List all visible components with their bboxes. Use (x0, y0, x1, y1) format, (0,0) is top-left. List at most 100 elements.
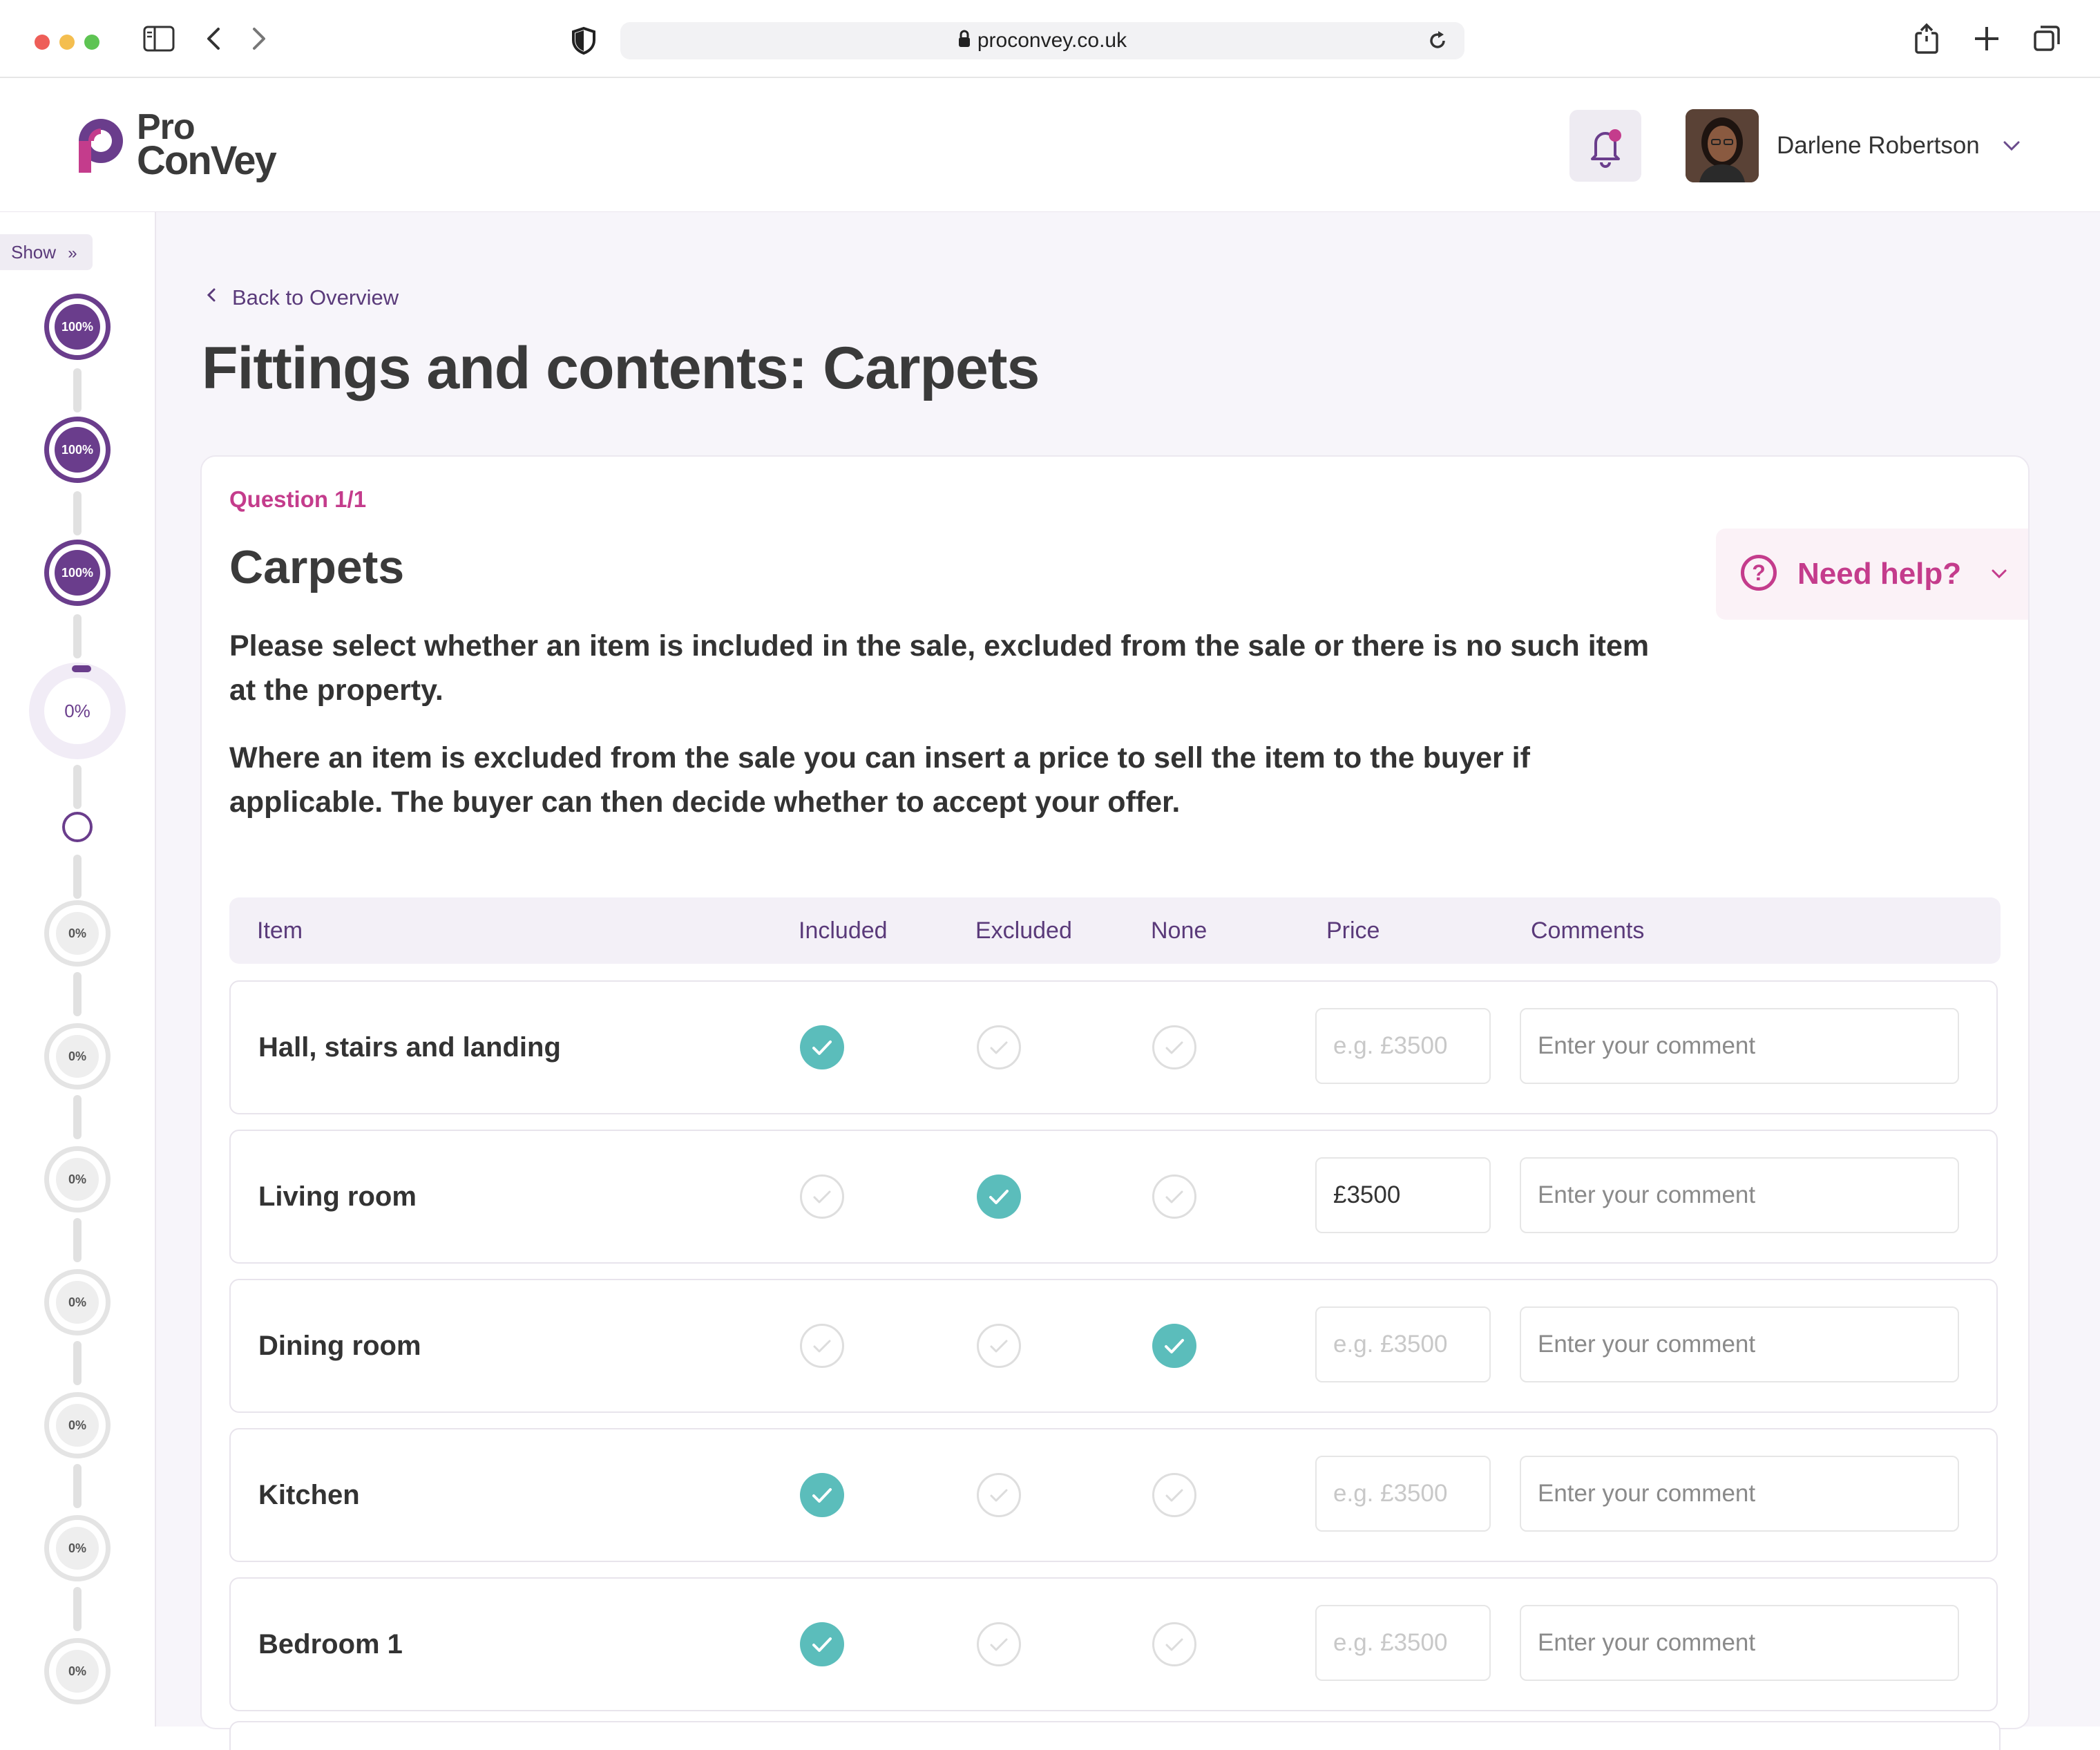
table-row: Living room (229, 1130, 1998, 1264)
none-check-icon[interactable] (1152, 1622, 1196, 1666)
comment-input[interactable] (1520, 1456, 1959, 1532)
price-input[interactable] (1315, 1008, 1491, 1084)
progress-connector (73, 1341, 82, 1385)
question-title: Carpets (229, 541, 405, 593)
chevron-down-icon (1989, 556, 2009, 604)
comment-input[interactable] (1520, 1008, 1959, 1084)
none-check-icon[interactable] (1152, 1025, 1196, 1069)
url-label: proconvey.co.uk (977, 29, 1127, 52)
header-included: Included (799, 917, 888, 944)
excluded-check-icon[interactable] (977, 1025, 1021, 1069)
included-check-icon[interactable] (800, 1622, 844, 1666)
question-mark-icon: ? (1741, 555, 1777, 591)
progress-connector (73, 614, 82, 658)
minimize-window-button[interactable] (59, 35, 75, 50)
included-check-icon[interactable] (800, 1324, 844, 1368)
user-name[interactable]: Darlene Robertson (1777, 131, 1980, 161)
tab-overview-icon[interactable] (2032, 23, 2061, 58)
price-input[interactable] (1315, 1605, 1491, 1681)
share-icon[interactable] (1913, 22, 1940, 61)
table-header: Item Included Excluded None Price Commen… (229, 897, 2001, 964)
progress-step[interactable]: 0% (44, 1269, 111, 1335)
table-row: Hall, stairs and landing (229, 980, 1998, 1114)
step-percent: 0% (44, 678, 111, 744)
show-sidebar-button[interactable]: Show » (0, 234, 93, 270)
header-comments: Comments (1531, 917, 1645, 944)
back-to-overview-link[interactable]: Back to Overview (204, 284, 399, 312)
question-description: Where an item is excluded from the sale … (229, 741, 1530, 819)
progress-substep[interactable] (62, 812, 93, 842)
progress-step[interactable]: 0% (44, 1146, 111, 1212)
back-label: Back to Overview (232, 285, 399, 310)
step-percent: 0% (56, 1527, 99, 1570)
progress-connector (73, 1464, 82, 1508)
sidebar-toggle-icon[interactable] (142, 25, 175, 58)
excluded-check-icon[interactable] (977, 1324, 1021, 1368)
item-label: Living room (258, 1181, 417, 1212)
header-none: None (1151, 917, 1208, 944)
excluded-check-icon[interactable] (977, 1622, 1021, 1666)
progress-connector (73, 765, 82, 809)
proconvey-logo[interactable]: Pro ConVey (70, 109, 278, 185)
back-nav-icon[interactable] (203, 23, 224, 59)
progress-step[interactable]: 0% (44, 1392, 111, 1458)
price-input[interactable] (1315, 1456, 1491, 1532)
reload-icon[interactable] (1427, 30, 1448, 55)
price-input[interactable] (1315, 1306, 1491, 1382)
progress-step[interactable]: 100% (44, 540, 111, 606)
question-number: Question 1/1 (229, 486, 367, 512)
chevron-down-icon[interactable] (2002, 131, 2021, 169)
price-input[interactable] (1315, 1157, 1491, 1233)
none-check-icon[interactable] (1152, 1473, 1196, 1517)
included-check-icon[interactable] (800, 1473, 844, 1517)
app-header: Pro ConVey Darlene Robertson (0, 78, 2100, 213)
logo-mark-icon (79, 119, 123, 173)
step-percent: 0% (56, 1650, 99, 1693)
address-bar[interactable]: proconvey.co.uk (620, 22, 1464, 59)
progress-step[interactable]: 0% (44, 1515, 111, 1581)
progress-step[interactable]: 0% (44, 1638, 111, 1704)
step-percent: 100% (55, 550, 100, 596)
none-check-icon[interactable] (1152, 1324, 1196, 1368)
need-help-label: Need help? (1797, 557, 1962, 591)
included-check-icon[interactable] (800, 1025, 844, 1069)
main-content: Back to Overview Fittings and contents: … (156, 212, 2100, 1750)
step-percent: 0% (56, 1158, 99, 1201)
maximize-window-button[interactable] (84, 35, 99, 50)
user-avatar[interactable] (1686, 109, 1759, 182)
progress-step[interactable]: 0% (44, 1023, 111, 1090)
logo-word-convey: ConVey (137, 138, 277, 183)
need-help-button[interactable]: ? Need help? (1716, 529, 2028, 620)
page-title: Fittings and contents: Carpets (202, 335, 1040, 401)
browser-toolbar: proconvey.co.uk (0, 0, 2100, 78)
header-excluded: Excluded (975, 917, 1072, 944)
table-row: Dining room (229, 1279, 1998, 1413)
step-percent: 0% (56, 912, 99, 955)
shield-privacy-icon[interactable] (571, 26, 597, 61)
comment-input[interactable] (1520, 1605, 1959, 1681)
step-percent: 100% (55, 304, 100, 350)
double-chevron-right-icon: » (68, 244, 77, 263)
close-window-button[interactable] (35, 35, 50, 50)
comment-input[interactable] (1520, 1157, 1959, 1233)
table-row: Kitchen (229, 1428, 1998, 1562)
header-item: Item (257, 917, 303, 944)
step-percent: 100% (55, 427, 100, 473)
header-price: Price (1326, 917, 1380, 944)
none-check-icon[interactable] (1152, 1174, 1196, 1219)
step-percent: 0% (56, 1404, 99, 1447)
excluded-check-icon[interactable] (977, 1473, 1021, 1517)
progress-step[interactable]: 0% (44, 900, 111, 967)
step-percent: 0% (56, 1035, 99, 1078)
forward-nav-icon[interactable] (249, 23, 269, 59)
progress-step[interactable]: 100% (44, 294, 111, 360)
progress-step-current[interactable]: 0% (29, 663, 126, 759)
included-check-icon[interactable] (800, 1174, 844, 1219)
new-tab-icon[interactable] (1973, 25, 2001, 58)
item-label: Kitchen (258, 1480, 360, 1510)
comment-input[interactable] (1520, 1306, 1959, 1382)
excluded-check-icon[interactable] (977, 1174, 1021, 1219)
notifications-button[interactable] (1569, 110, 1641, 182)
progress-step[interactable]: 100% (44, 417, 111, 483)
chevron-left-icon (204, 284, 222, 312)
